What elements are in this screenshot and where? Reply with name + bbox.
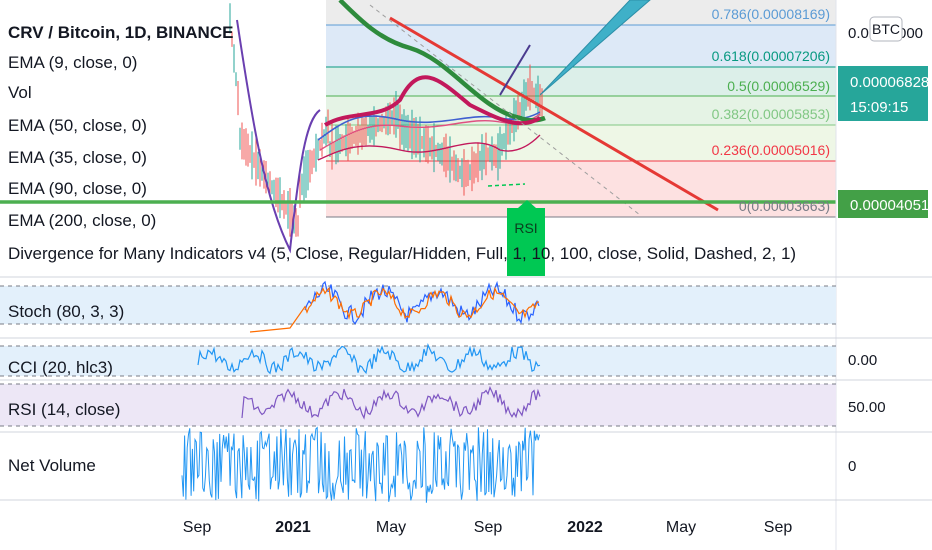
legend-ema-35[interactable]: EMA (35, close, 0) [8,148,147,167]
rsi-title[interactable]: RSI (14, close) [8,400,120,419]
currency-badge-label: BTC [872,21,900,37]
legend-vol[interactable]: Vol [8,83,32,102]
x-tick-may-2021: May [376,519,406,536]
rsi-divergence-label: RSI [507,200,545,276]
price-scale-top-label: 0.0 [848,25,869,42]
legend-ema-90[interactable]: EMA (90, close, 0) [8,179,147,198]
cci-title[interactable]: CCI (20, hlc3) [8,358,113,377]
x-tick-2022: 2022 [567,519,603,536]
fib-label-0236: 0.236(0.00005016) [712,142,830,158]
x-tick-2021: 2021 [275,519,311,536]
x-tick-sep-2020: Sep [183,519,212,536]
rsi-band [0,384,836,426]
legend-ema-50[interactable]: EMA (50, close, 0) [8,116,147,135]
legend-divergence[interactable]: Divergence for Many Indicators v4 (5, Cl… [8,244,796,263]
rsi-divergence-text: RSI [514,220,537,236]
stoch-title[interactable]: Stoch (80, 3, 3) [8,302,124,321]
hline-price-value: 0.00004051 [850,197,929,214]
fib-label-0786: 0.786(0.00008169) [712,6,830,22]
fib-label-0: 0(0.00003663) [739,198,830,214]
rsi-scale-value: 50.00 [848,399,886,416]
last-price-countdown: 15:09:15 [850,99,908,116]
cci-pane[interactable]: CCI (20, hlc3) 0.00 [0,342,877,377]
net-volume-title[interactable]: Net Volume [8,456,96,475]
legend-ema-200[interactable]: EMA (200, close, 0) [8,211,156,230]
x-tick-sep-2021: Sep [474,519,503,536]
last-price-value: 0.00006828 [850,74,929,91]
x-tick-may-2022: May [666,519,696,536]
fib-label-0382: 0.382(0.00005853) [712,106,830,122]
net-volume-scale-value: 0 [848,458,856,475]
cci-scale-value: 0.00 [848,352,877,369]
stoch-band [0,286,836,324]
fib-label-0618: 0.618(0.00007206) [712,48,830,64]
symbol-title[interactable]: CRV / Bitcoin, 1D, BINANCE [8,23,233,42]
chart-canvas[interactable]: 0.0 000 BTC 0.00006828 15:09:15 0.000040… [0,0,932,550]
fib-label-05: 0.5(0.00006529) [727,78,830,94]
cci-band [0,346,836,376]
x-tick-sep-2022: Sep [764,519,793,536]
legend-ema-9[interactable]: EMA (9, close, 0) [8,53,137,72]
rsi-pane[interactable]: RSI (14, close) 50.00 [0,383,886,427]
